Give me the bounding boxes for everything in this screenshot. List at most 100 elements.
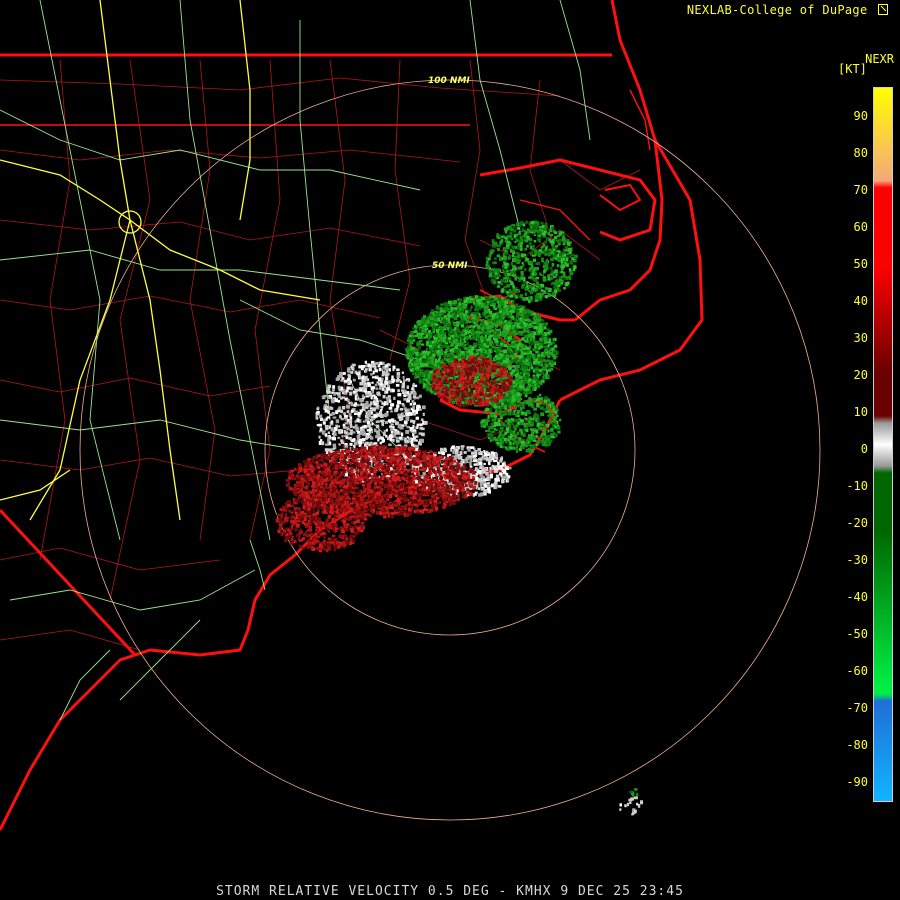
near-zero-velocity-echo: [391, 439, 395, 442]
inbound-velocity-echo: [441, 316, 443, 321]
near-zero-velocity-echo: [348, 436, 352, 440]
inbound-velocity-echo: [480, 319, 485, 322]
inbound-velocity-echo: [558, 239, 561, 244]
inbound-velocity-echo: [460, 310, 464, 313]
inbound-velocity-echo: [457, 305, 460, 309]
near-zero-velocity-echo: [385, 367, 389, 371]
inbound-velocity-echo: [493, 257, 497, 260]
inbound-velocity-echo: [465, 338, 468, 342]
inbound-velocity-echo: [416, 342, 420, 346]
inbound-velocity-echo: [433, 345, 438, 350]
inbound-velocity-echo: [497, 359, 501, 362]
inbound-velocity-echo: [567, 275, 571, 280]
inbound-velocity-echo: [536, 261, 541, 266]
near-zero-velocity-echo: [421, 405, 426, 410]
near-zero-velocity-echo: [377, 438, 380, 442]
inbound-velocity-echo: [484, 350, 487, 354]
inbound-velocity-echo: [461, 350, 465, 354]
near-zero-velocity-echo: [365, 370, 368, 373]
inbound-velocity-echo: [413, 347, 416, 351]
near-zero-velocity-echo: [359, 381, 364, 386]
near-zero-velocity-echo: [401, 432, 404, 437]
inbound-velocity-echo: [448, 300, 452, 304]
inbound-velocity-echo: [538, 287, 543, 290]
inbound-velocity-echo: [530, 275, 534, 280]
inbound-velocity-echo: [516, 440, 520, 444]
inbound-velocity-echo: [504, 266, 508, 269]
inbound-velocity-echo: [505, 244, 510, 248]
inbound-velocity-echo: [540, 435, 544, 439]
inbound-velocity-echo: [551, 405, 555, 408]
inbound-velocity-echo: [424, 379, 428, 382]
inbound-velocity-echo: [546, 436, 549, 441]
inbound-velocity-echo: [489, 350, 492, 353]
inbound-velocity-echo: [443, 354, 447, 359]
inbound-velocity-echo: [454, 309, 457, 314]
near-zero-velocity-echo: [327, 431, 330, 435]
near-zero-velocity-echo: [412, 383, 415, 386]
inbound-velocity-echo: [509, 228, 513, 231]
inbound-velocity-echo: [433, 343, 437, 346]
inbound-velocity-echo: [556, 234, 561, 238]
inbound-velocity-echo: [548, 366, 551, 369]
inbound-velocity-echo: [491, 418, 496, 422]
inbound-velocity-echo: [491, 245, 496, 248]
near-zero-velocity-echo: [373, 408, 376, 412]
inbound-velocity-echo: [531, 341, 534, 345]
near-zero-velocity-echo: [352, 431, 356, 434]
near-zero-velocity-echo: [411, 443, 415, 447]
inbound-velocity-echo: [493, 241, 498, 245]
inbound-velocity-echo: [551, 364, 554, 368]
near-zero-velocity-echo: [327, 410, 330, 414]
inbound-velocity-echo: [562, 275, 566, 279]
near-zero-velocity-echo: [388, 380, 392, 383]
inbound-velocity-echo: [570, 247, 573, 252]
inbound-velocity-echo: [511, 254, 515, 258]
near-zero-velocity-echo: [325, 443, 329, 446]
inbound-velocity-echo: [474, 295, 479, 299]
inbound-velocity-echo: [526, 351, 530, 355]
inbound-velocity-echo: [464, 347, 469, 350]
inbound-velocity-echo: [524, 365, 528, 369]
inbound-velocity-echo: [561, 258, 564, 262]
inbound-velocity-echo: [519, 419, 524, 423]
inbound-velocity-echo: [449, 327, 452, 332]
inbound-velocity-echo: [500, 325, 504, 329]
inbound-velocity-echo: [519, 407, 523, 411]
inbound-velocity-echo: [524, 311, 528, 315]
inbound-velocity-echo: [483, 315, 487, 318]
inbound-velocity-echo: [507, 324, 511, 329]
inbound-velocity-echo: [503, 285, 507, 289]
near-zero-velocity-echo: [320, 441, 325, 445]
inbound-velocity-echo: [471, 312, 475, 315]
inbound-velocity-echo: [527, 324, 532, 329]
inbound-velocity-echo: [497, 244, 501, 248]
inbound-velocity-echo: [540, 289, 543, 292]
near-zero-velocity-echo: [319, 414, 323, 419]
inbound-velocity-echo: [448, 324, 451, 327]
inbound-velocity-echo: [550, 427, 554, 432]
near-zero-velocity-echo: [396, 371, 401, 375]
inbound-velocity-echo: [528, 221, 532, 226]
inbound-velocity-echo: [532, 436, 535, 440]
near-zero-velocity-echo: [409, 427, 414, 430]
inbound-velocity-echo: [432, 353, 436, 357]
inbound-velocity-echo: [477, 315, 482, 318]
near-zero-velocity-echo: [438, 451, 441, 454]
near-zero-velocity-echo: [394, 430, 399, 435]
near-zero-velocity-echo: [410, 441, 414, 445]
near-zero-velocity-echo: [395, 383, 400, 387]
inbound-velocity-echo: [524, 268, 527, 272]
inbound-velocity-echo: [556, 250, 561, 253]
inbound-velocity-echo: [445, 348, 449, 352]
near-zero-velocity-echo: [410, 390, 413, 395]
near-zero-velocity-echo: [347, 373, 351, 377]
inbound-velocity-echo: [510, 352, 515, 355]
inbound-velocity-echo: [470, 318, 473, 321]
inbound-velocity-echo: [412, 372, 416, 376]
near-zero-velocity-echo: [412, 421, 416, 425]
inbound-velocity-echo: [440, 303, 445, 306]
inbound-velocity-echo: [429, 365, 434, 369]
inbound-velocity-echo: [533, 398, 536, 401]
near-zero-velocity-echo: [371, 381, 374, 384]
